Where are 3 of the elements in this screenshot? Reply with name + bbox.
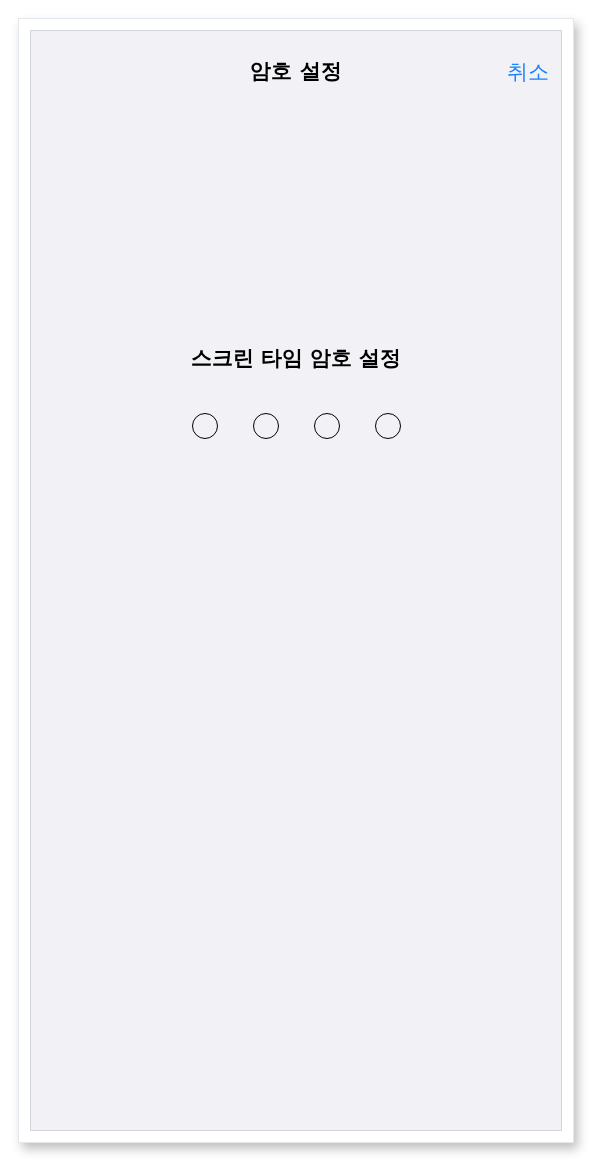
cancel-button[interactable]: 취소 — [507, 57, 549, 89]
screen-title: 암호 설정 — [250, 58, 342, 86]
passcode-prompt: 스크린 타임 암호 설정 — [190, 345, 402, 372]
